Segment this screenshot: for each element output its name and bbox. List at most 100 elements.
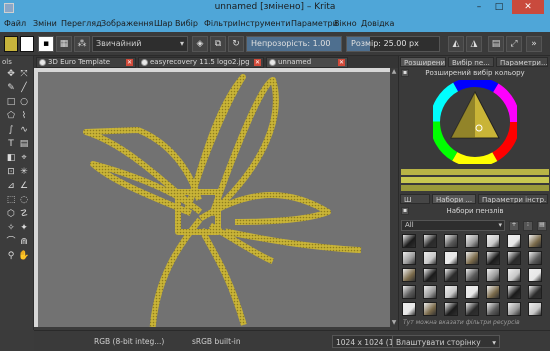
menu-tools[interactable]: Інструменти: [238, 19, 291, 28]
tag-options-icon[interactable]: ⁝: [523, 221, 533, 231]
text-icon[interactable]: T: [5, 138, 17, 150]
close-tab-icon[interactable]: ✕: [338, 59, 345, 66]
fill-icon[interactable]: ◧: [5, 152, 17, 164]
rect-select-icon[interactable]: ⬚: [5, 194, 17, 206]
tab-tool-options[interactable]: Параметри інстр...: [478, 194, 548, 204]
rectangle-icon[interactable]: □: [5, 96, 17, 108]
menu-window[interactable]: Вікно: [334, 19, 357, 28]
brush-preset[interactable]: [423, 302, 437, 316]
drawing-canvas[interactable]: [38, 72, 390, 327]
brush-preset[interactable]: [486, 285, 500, 299]
overflow-menu-button[interactable]: »: [526, 36, 542, 52]
foreground-color-swatch[interactable]: [4, 36, 18, 52]
tab-color-selector[interactable]: Вибір пе...: [448, 57, 494, 67]
menu-view[interactable]: Перегляд: [61, 19, 102, 28]
magnetic-select-icon[interactable]: ⋒: [18, 236, 30, 248]
brush-preset[interactable]: [486, 234, 500, 248]
gradient-icon[interactable]: ▤: [18, 138, 30, 150]
brush-preset[interactable]: [528, 285, 542, 299]
menu-help[interactable]: Довідка: [361, 19, 394, 28]
brush-preset[interactable]: [402, 268, 416, 282]
vertical-scrollbar[interactable]: ▲ ▼: [390, 68, 398, 327]
background-color-swatch[interactable]: [20, 36, 34, 52]
brush-preset[interactable]: [444, 302, 458, 316]
measure-icon[interactable]: ∠: [18, 180, 30, 192]
add-tag-icon[interactable]: +: [509, 221, 519, 231]
panel-settings-icon[interactable]: ▪: [401, 69, 409, 77]
bezier-icon[interactable]: ∫: [5, 124, 17, 136]
brush-preset[interactable]: [507, 251, 521, 265]
brush-icon[interactable]: ✎: [5, 82, 17, 94]
brush-preset[interactable]: [507, 285, 521, 299]
color-strip-1[interactable]: [401, 177, 549, 183]
menu-file[interactable]: Файл: [4, 19, 26, 28]
pattern-selector-button[interactable]: ▪: [38, 36, 54, 52]
brush-preset[interactable]: [402, 234, 416, 248]
brush-preset[interactable]: [465, 251, 479, 265]
brush-preset[interactable]: [444, 251, 458, 265]
brush-preset[interactable]: [528, 268, 542, 282]
ellipse-select-icon[interactable]: ◌: [18, 194, 30, 206]
brush-preset[interactable]: [423, 268, 437, 282]
brush-preset[interactable]: [528, 302, 542, 316]
transform-icon[interactable]: ⤧: [18, 68, 30, 80]
close-tab-icon[interactable]: ✕: [126, 59, 133, 66]
brush-preset[interactable]: [423, 234, 437, 248]
mirror-vertical-button[interactable]: ◮: [466, 36, 482, 52]
freehand-path-icon[interactable]: ∿: [18, 124, 30, 136]
close-button[interactable]: ✕: [512, 0, 544, 14]
brush-presets-button[interactable]: ⁂: [74, 36, 90, 52]
move-icon[interactable]: ✥: [5, 68, 17, 80]
color-strip-2[interactable]: [401, 185, 549, 191]
brush-preset[interactable]: [528, 251, 542, 265]
brush-preset[interactable]: [423, 251, 437, 265]
opacity-slider[interactable]: Непрозорість: 1.00: [246, 36, 342, 52]
tab-unnamed[interactable]: unnamed ✕: [266, 57, 348, 68]
zoom-fit-select[interactable]: Влаштувати сторінку ▾: [392, 335, 500, 348]
brush-preset[interactable]: [507, 268, 521, 282]
menu-select[interactable]: Вибір: [175, 19, 198, 28]
gradient-selector-button[interactable]: ▦: [56, 36, 72, 52]
color-wheel[interactable]: [433, 80, 517, 164]
menu-edit[interactable]: Зміни: [33, 19, 57, 28]
brush-preset[interactable]: [507, 302, 521, 316]
contiguous-select-icon[interactable]: ✧: [5, 222, 17, 234]
bezier-select-icon[interactable]: ⌒: [5, 236, 17, 248]
tab-brush-presets[interactable]: Набори ...: [432, 194, 476, 204]
brush-preset[interactable]: [465, 285, 479, 299]
brush-preset[interactable]: [402, 302, 416, 316]
line-icon[interactable]: ╱: [18, 82, 30, 94]
scroll-up-icon[interactable]: ▲: [391, 69, 397, 75]
menu-layer[interactable]: Шар: [154, 19, 173, 28]
pan-icon[interactable]: ✋: [18, 250, 30, 262]
fullscreen-button[interactable]: ⤢: [506, 36, 522, 52]
zoom-icon[interactable]: ⚲: [5, 250, 17, 262]
menu-settings[interactable]: Параметри: [291, 19, 338, 28]
eraser-mode-button[interactable]: ◈: [192, 36, 208, 52]
mirror-horizontal-button[interactable]: ◭: [448, 36, 464, 52]
brush-preset[interactable]: [465, 234, 479, 248]
brush-preset[interactable]: [465, 302, 479, 316]
panel-lock-icon[interactable]: ▪: [401, 207, 409, 215]
color-history-strip[interactable]: [401, 169, 549, 175]
brush-preset[interactable]: [486, 251, 500, 265]
blend-mode-select[interactable]: Звичайний ▾: [92, 36, 188, 52]
reload-preset-button[interactable]: ⧉: [210, 36, 226, 52]
brush-preset[interactable]: [528, 234, 542, 248]
similar-select-icon[interactable]: ✦: [18, 222, 30, 234]
tab-easyrecovery-logo[interactable]: easyrecovery 11.5 logo2.jpg ✕: [138, 57, 264, 68]
brush-preset[interactable]: [507, 234, 521, 248]
brush-preset[interactable]: [486, 268, 500, 282]
workspace-button[interactable]: ▤: [488, 36, 504, 52]
colorpicker-icon[interactable]: ⌖: [18, 152, 30, 164]
brush-preset[interactable]: [423, 285, 437, 299]
brush-preset[interactable]: [402, 285, 416, 299]
brush-preset[interactable]: [444, 268, 458, 282]
ellipse-icon[interactable]: ○: [18, 96, 30, 108]
minimize-button[interactable]: –: [470, 0, 488, 14]
brush-preset[interactable]: [444, 285, 458, 299]
freehand-select-icon[interactable]: ☡: [18, 208, 30, 220]
preset-tag-filter[interactable]: All ▾: [401, 220, 505, 231]
close-tab-icon[interactable]: ✕: [254, 59, 261, 66]
tab-brush-shortcut[interactable]: Ш: [400, 194, 430, 204]
